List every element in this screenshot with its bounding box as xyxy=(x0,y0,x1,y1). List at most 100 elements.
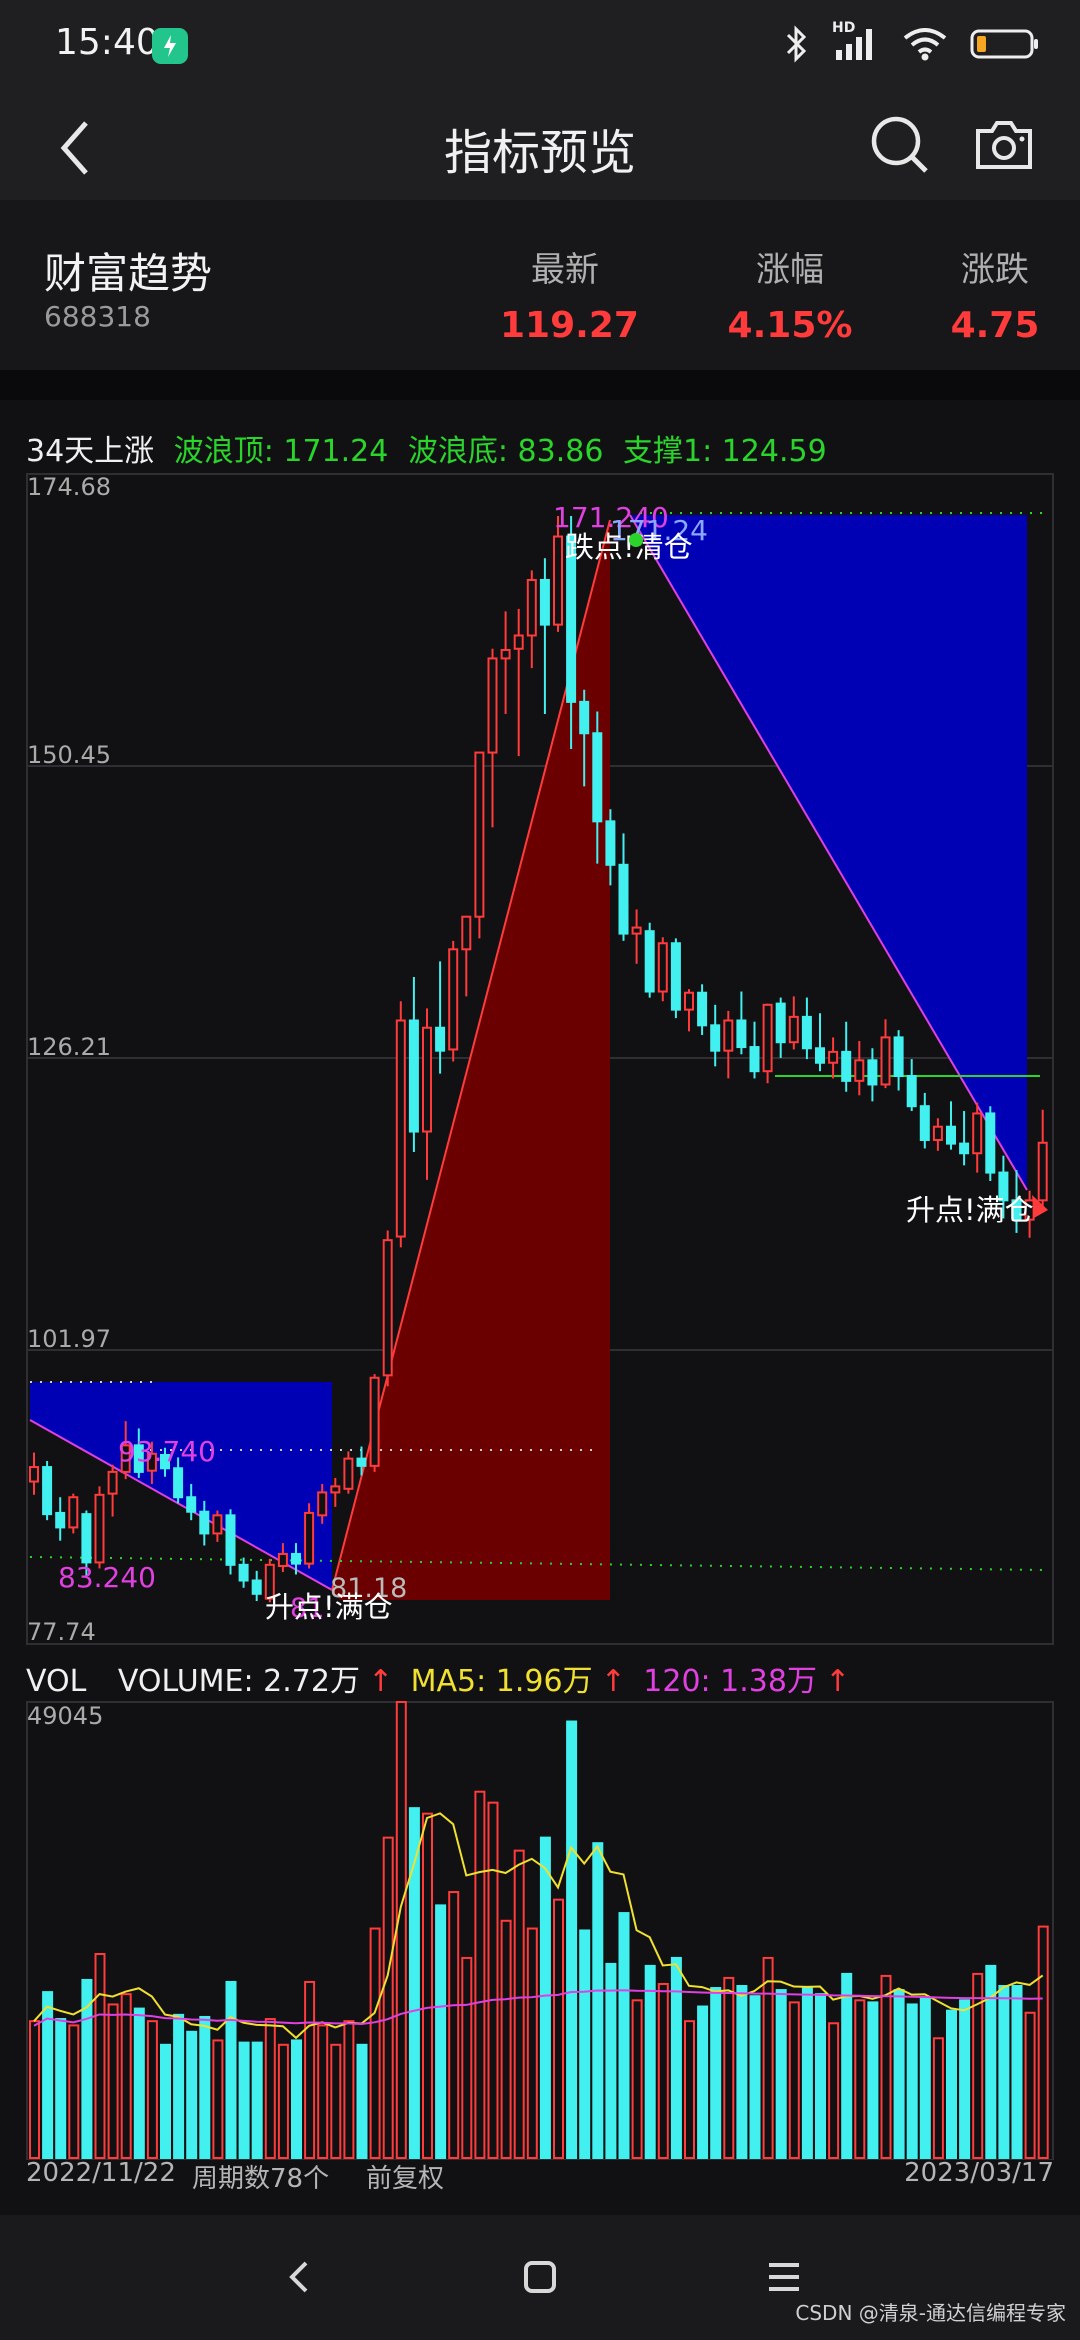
price-axis-label: 150.45 xyxy=(27,741,111,769)
candle xyxy=(461,915,472,951)
candle xyxy=(500,648,511,660)
candle xyxy=(670,942,681,1011)
candle xyxy=(382,1239,393,1377)
volume-bar xyxy=(998,1985,1010,2160)
candle xyxy=(618,863,629,935)
candle xyxy=(867,1059,878,1086)
stock-code: 688318 xyxy=(44,300,151,333)
candle xyxy=(775,1002,786,1044)
volume-bar xyxy=(828,2022,840,2159)
kline-chart[interactable]: 171.240 171.24 跌点!清仓 93.740 83.240 81. 8… xyxy=(0,400,1080,1660)
candle xyxy=(841,1050,852,1082)
volume-bar xyxy=(356,2043,368,2159)
volume-bar xyxy=(788,2001,800,2159)
change-label: 涨跌 xyxy=(961,250,1029,290)
candle xyxy=(107,1470,118,1495)
volume-bar xyxy=(893,1989,905,2160)
sell-signal-label: 跌点!清仓 xyxy=(565,530,693,564)
volume-bar xyxy=(317,2024,329,2160)
candle xyxy=(539,578,550,626)
system-home-icon[interactable] xyxy=(522,2259,558,2295)
adjust-mode[interactable]: 前复权 xyxy=(366,2158,444,2195)
candle xyxy=(173,1467,184,1499)
volume-bar xyxy=(841,1972,853,2160)
volume-bar xyxy=(906,2003,918,2160)
candle xyxy=(972,1112,983,1155)
candle xyxy=(225,1514,236,1566)
volume-bar xyxy=(579,1929,591,2160)
candle xyxy=(749,1046,760,1073)
candle xyxy=(959,1142,970,1155)
period-count: 周期数78个 xyxy=(192,2164,330,2194)
candle xyxy=(291,1552,301,1565)
candle xyxy=(199,1510,210,1535)
volume-bar xyxy=(304,1980,316,2159)
wifi-icon xyxy=(903,28,947,61)
volume-bar xyxy=(1024,2011,1036,2159)
stock-name: 财富趋势 xyxy=(44,249,213,298)
volume-bar xyxy=(422,1812,433,2160)
volume-bars-group xyxy=(29,1701,1049,2160)
system-menu-icon[interactable] xyxy=(766,2259,802,2295)
volume-bar xyxy=(212,2039,224,2160)
candle xyxy=(736,1019,747,1049)
candle xyxy=(526,578,537,637)
buy-signal-label-2: 升点!满仓 xyxy=(906,1193,1034,1227)
volume-bar xyxy=(1011,1985,1023,2160)
volume-bar xyxy=(815,1993,826,2160)
volume-bar xyxy=(238,2041,250,2160)
candle xyxy=(251,1579,262,1595)
volume-bar xyxy=(801,1987,813,2160)
volume-bar xyxy=(500,1919,512,2160)
candle xyxy=(94,1493,105,1564)
candle xyxy=(919,1105,930,1141)
system-nav-bar: CSDN @清泉-通达信编程专家 xyxy=(0,2215,1080,2340)
candle xyxy=(906,1075,917,1108)
volume-bar xyxy=(133,2007,145,2160)
volume-bar xyxy=(618,1912,630,2160)
candle xyxy=(317,1491,328,1517)
camera-icon[interactable] xyxy=(972,113,1036,177)
volume-bar xyxy=(644,1964,656,2160)
volume-bar xyxy=(697,2005,709,2160)
volume-bar xyxy=(435,1904,447,2160)
end-date: 2023/03/17 xyxy=(904,2158,1054,2188)
candle xyxy=(553,535,563,626)
candle xyxy=(212,1514,223,1535)
volume-bar xyxy=(631,1999,643,2159)
candle xyxy=(657,942,668,993)
candle xyxy=(644,930,655,993)
buy-signal-label-1: 升点!满仓 xyxy=(265,1590,393,1624)
volume-bar xyxy=(487,1801,499,2160)
candle xyxy=(395,1019,406,1238)
candle xyxy=(356,1457,367,1467)
volume-bar xyxy=(107,2003,119,2160)
candle xyxy=(762,1003,773,1073)
volume-chart[interactable]: 49045 xyxy=(0,1690,1080,2160)
volume-axis-max: 49045 xyxy=(27,1702,103,1730)
volume-bar xyxy=(29,2020,40,2159)
signal-icon: HD xyxy=(832,20,880,64)
candle xyxy=(369,1376,380,1467)
latest-price: 119.27 xyxy=(500,305,639,346)
low-value-label-2: 83.240 xyxy=(58,1561,156,1594)
volume-bar xyxy=(395,1701,407,2159)
shield-app-icon xyxy=(152,28,188,64)
candle xyxy=(815,1047,825,1064)
candle xyxy=(277,1552,288,1568)
candle xyxy=(487,657,498,754)
candle xyxy=(68,1496,79,1529)
start-date: 2022/11/22 xyxy=(26,2158,176,2188)
volume-bar xyxy=(225,1980,237,2159)
candle xyxy=(684,991,694,1011)
candle xyxy=(710,1024,721,1052)
system-back-icon[interactable] xyxy=(282,2259,318,2295)
volume-bar xyxy=(186,2030,198,2160)
candle xyxy=(592,732,603,823)
volume-bar xyxy=(932,2037,944,2159)
volume-bar xyxy=(605,1962,617,2160)
volume-bar xyxy=(723,1976,735,2160)
search-icon[interactable] xyxy=(866,111,934,179)
volume-bar xyxy=(382,1836,394,2160)
low-value-label-1: 93.740 xyxy=(118,1435,216,1468)
